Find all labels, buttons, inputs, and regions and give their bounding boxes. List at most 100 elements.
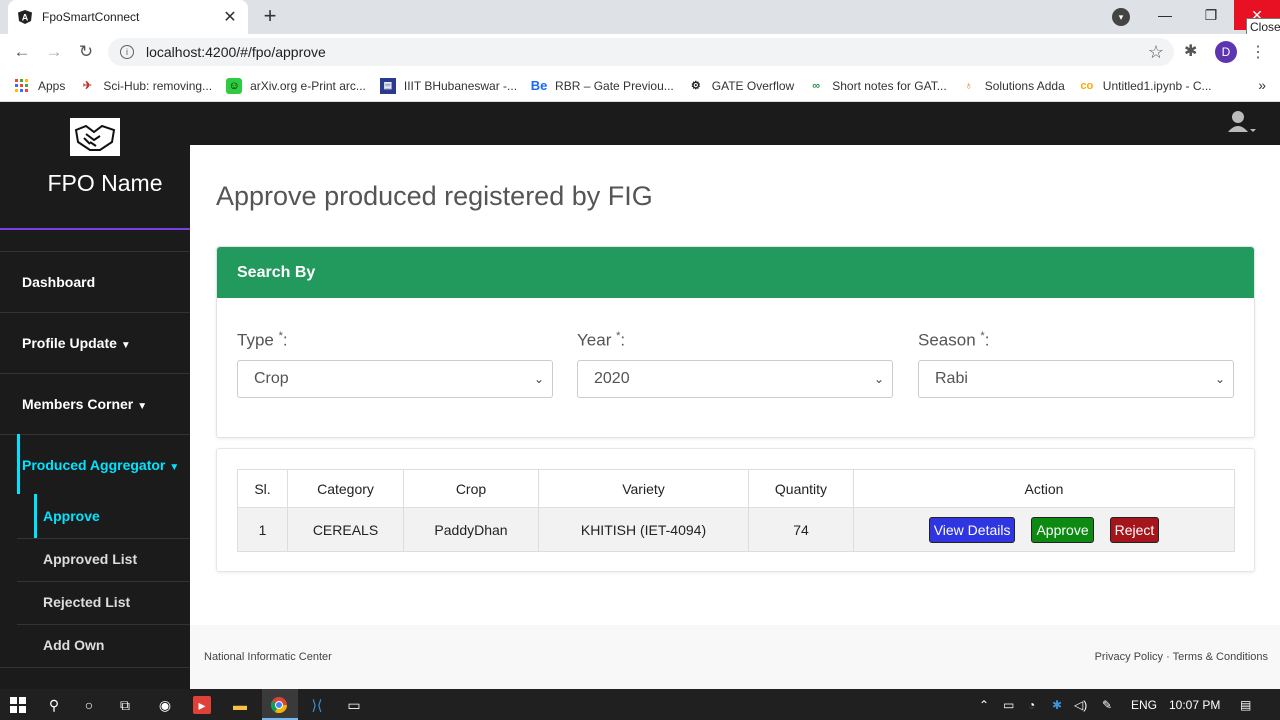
table-header-row: Sl. Category Crop Variety Quantity Actio…	[237, 469, 1235, 508]
bookmark-iiit[interactable]: ▤ IIIT BHubaneswar -...	[379, 77, 518, 94]
tab-close-icon[interactable]: ✕	[222, 7, 238, 27]
col-category: Category	[287, 469, 404, 508]
profile-avatar[interactable]: D	[1215, 41, 1237, 63]
address-bar[interactable]: i localhost:4200/#/fpo/approve ☆	[108, 38, 1174, 66]
new-tab-button[interactable]: +	[258, 3, 282, 28]
bookmark-label: Short notes for GAT...	[832, 78, 947, 93]
terminal-icon[interactable]: ▭	[345, 696, 363, 714]
vscode-icon[interactable]: ⟩⟨	[308, 696, 326, 714]
wifi-icon[interactable]: ◔	[1028, 698, 1035, 712]
col-variety: Variety	[538, 469, 749, 508]
approve-button[interactable]: Approve	[1031, 516, 1094, 543]
bookmark-label: IIIT BHubaneswar -...	[403, 78, 518, 93]
bookmark-label: Untitled1.ipynb - C...	[1102, 78, 1212, 93]
divider	[0, 251, 190, 252]
extensions-icon[interactable]: ✱	[1184, 41, 1197, 61]
search-card: Search By Type *: Crop ⌄ Year *: 2020 ⌄ Se…	[216, 246, 1255, 438]
browser-toolbar: ← → ↻ i localhost:4200/#/fpo/approve ☆	[0, 34, 1280, 70]
main-content: Approve produced registered by FIG Searc…	[190, 145, 1280, 689]
volume-icon[interactable]: ◁)	[1074, 698, 1087, 712]
page-title: Approve produced registered by FIG	[216, 181, 653, 211]
sidebar-subitem-add-own[interactable]: Add Own	[43, 637, 104, 653]
minimize-button[interactable]: —	[1142, 0, 1188, 30]
season-select[interactable]: Rabi ⌄	[918, 360, 1234, 398]
fpo-name: FPO Name	[47, 170, 163, 196]
sidebar-subitem-approve[interactable]: Approve	[43, 508, 100, 524]
task-view-icon[interactable]: ⧉	[116, 696, 134, 714]
reload-icon[interactable]: ↻	[75, 41, 97, 63]
bookmark-arxiv[interactable]: ☺ arXiv.org e-Print arc...	[226, 77, 366, 94]
cortana-icon[interactable]: ○	[80, 696, 98, 714]
view-details-button[interactable]: View Details	[928, 516, 1016, 543]
type-select[interactable]: Crop ⌄	[237, 360, 553, 398]
footer-links[interactable]: Privacy Policy · Terms & Conditions	[1095, 651, 1268, 663]
taskbar: ⚲ ○ ⧉ ◉ ▸ ▬ ⟩⟨ ▭ ⌃ ▭ ◔ ✱ ◁) ✎ ENG 10:07 …	[0, 689, 1280, 720]
bookmark-label: RBR – Gate Previou...	[555, 78, 674, 93]
sidebar-item-produced-aggregator[interactable]: Produced Aggregator ▼	[22, 457, 179, 473]
bookmark-scihub[interactable]: ✈ Sci-Hub: removing...	[79, 78, 212, 94]
sidebar-subitem-approved-list[interactable]: Approved List	[43, 551, 137, 567]
bookmark-rbr[interactable]: Be RBR – Gate Previou...	[531, 78, 674, 94]
iiit-icon: ▤	[379, 77, 396, 94]
bookmark-label: Apps	[38, 78, 66, 93]
back-icon[interactable]: ←	[11, 41, 33, 63]
col-action: Action	[853, 469, 1235, 508]
language-indicator[interactable]: ENG	[1131, 698, 1157, 712]
cell-quantity: 74	[748, 507, 854, 552]
pen-icon[interactable]: ✎	[1102, 698, 1112, 712]
sidebar-item-profile-update[interactable]: Profile Update ▼	[22, 335, 131, 351]
sidebar-item-members-corner[interactable]: Members Corner ▼	[22, 396, 147, 412]
cell-variety: KHITISH (IET-4094)	[538, 507, 749, 552]
bookmark-solutions-adda[interactable]: ♁ Solutions Adda	[961, 78, 1065, 94]
solutions-adda-icon: ♁	[964, 79, 973, 92]
bookmark-apps[interactable]: Apps	[14, 78, 65, 94]
chrome-icon[interactable]	[270, 696, 288, 714]
search-card-header: Search By	[217, 247, 1254, 298]
colab-icon: co	[1080, 79, 1094, 92]
url-text: localhost:4200/#/fpo/approve	[146, 44, 326, 60]
bookmark-label: GATE Overflow	[711, 78, 795, 93]
whatsapp-icon[interactable]: ◉	[156, 696, 174, 714]
bookmark-colab[interactable]: co Untitled1.ipynb - C...	[1079, 78, 1212, 94]
footer-credit: National Informatic Center	[204, 651, 332, 663]
behance-icon: Be	[530, 78, 548, 93]
forward-icon[interactable]: →	[43, 41, 65, 63]
divider	[0, 228, 190, 230]
bookmark-label: Sci-Hub: removing...	[103, 78, 213, 93]
search-icon[interactable]: ⚲	[45, 696, 63, 714]
bookmark-star-icon[interactable]: ☆	[1148, 42, 1164, 63]
year-select[interactable]: 2020 ⌄	[577, 360, 893, 398]
user-menu-icon[interactable]	[1228, 110, 1256, 136]
chevron-down-icon: ⌄	[873, 372, 884, 386]
battery-icon[interactable]: ▭	[1003, 698, 1014, 712]
tab-title: FpoSmartConnect	[42, 10, 140, 24]
bluetooth-icon[interactable]: ✱	[1052, 698, 1062, 712]
browser-menu-icon[interactable]: ⋮	[1250, 42, 1266, 62]
col-quantity: Quantity	[748, 469, 854, 508]
bookmark-gate-overflow[interactable]: ⚙ GATE Overflow	[688, 78, 794, 94]
reject-button[interactable]: Reject	[1109, 516, 1160, 543]
windows-start-icon[interactable]	[9, 696, 27, 714]
browser-tab[interactable]: A FpoSmartConnect ✕	[8, 0, 248, 34]
bookmarks-bar: Apps ✈ Sci-Hub: removing... ☺ arXiv.org …	[0, 70, 1280, 102]
results-table: Sl. Category Crop Variety Quantity Actio…	[237, 469, 1235, 552]
sidebar-subitem-rejected-list[interactable]: Rejected List	[43, 594, 130, 610]
app-red-icon[interactable]: ▸	[193, 696, 211, 714]
cell-sl: 1	[237, 507, 288, 552]
clock[interactable]: 10:07 PM	[1169, 698, 1220, 712]
show-hidden-icons[interactable]: ⌃	[979, 698, 989, 712]
svg-text:A: A	[22, 13, 29, 23]
more-bookmarks-icon[interactable]: »	[1258, 77, 1266, 93]
geeks-icon: ∞	[812, 79, 821, 92]
sidebar-item-dashboard[interactable]: Dashboard	[22, 274, 95, 290]
info-icon[interactable]: i	[120, 45, 134, 59]
caret-down-icon: ▼	[120, 340, 131, 351]
restore-button[interactable]: ❐	[1188, 0, 1234, 30]
divider	[17, 538, 190, 539]
notifications-icon[interactable]: ▤	[1240, 698, 1251, 712]
file-explorer-icon[interactable]: ▬	[231, 696, 249, 714]
arxiv-icon: ☺	[226, 77, 243, 94]
caret-down-icon: ▼	[169, 462, 180, 473]
bookmark-short-notes[interactable]: ∞ Short notes for GAT...	[808, 78, 947, 94]
tab-search-icon[interactable]: ▾	[1112, 8, 1130, 26]
